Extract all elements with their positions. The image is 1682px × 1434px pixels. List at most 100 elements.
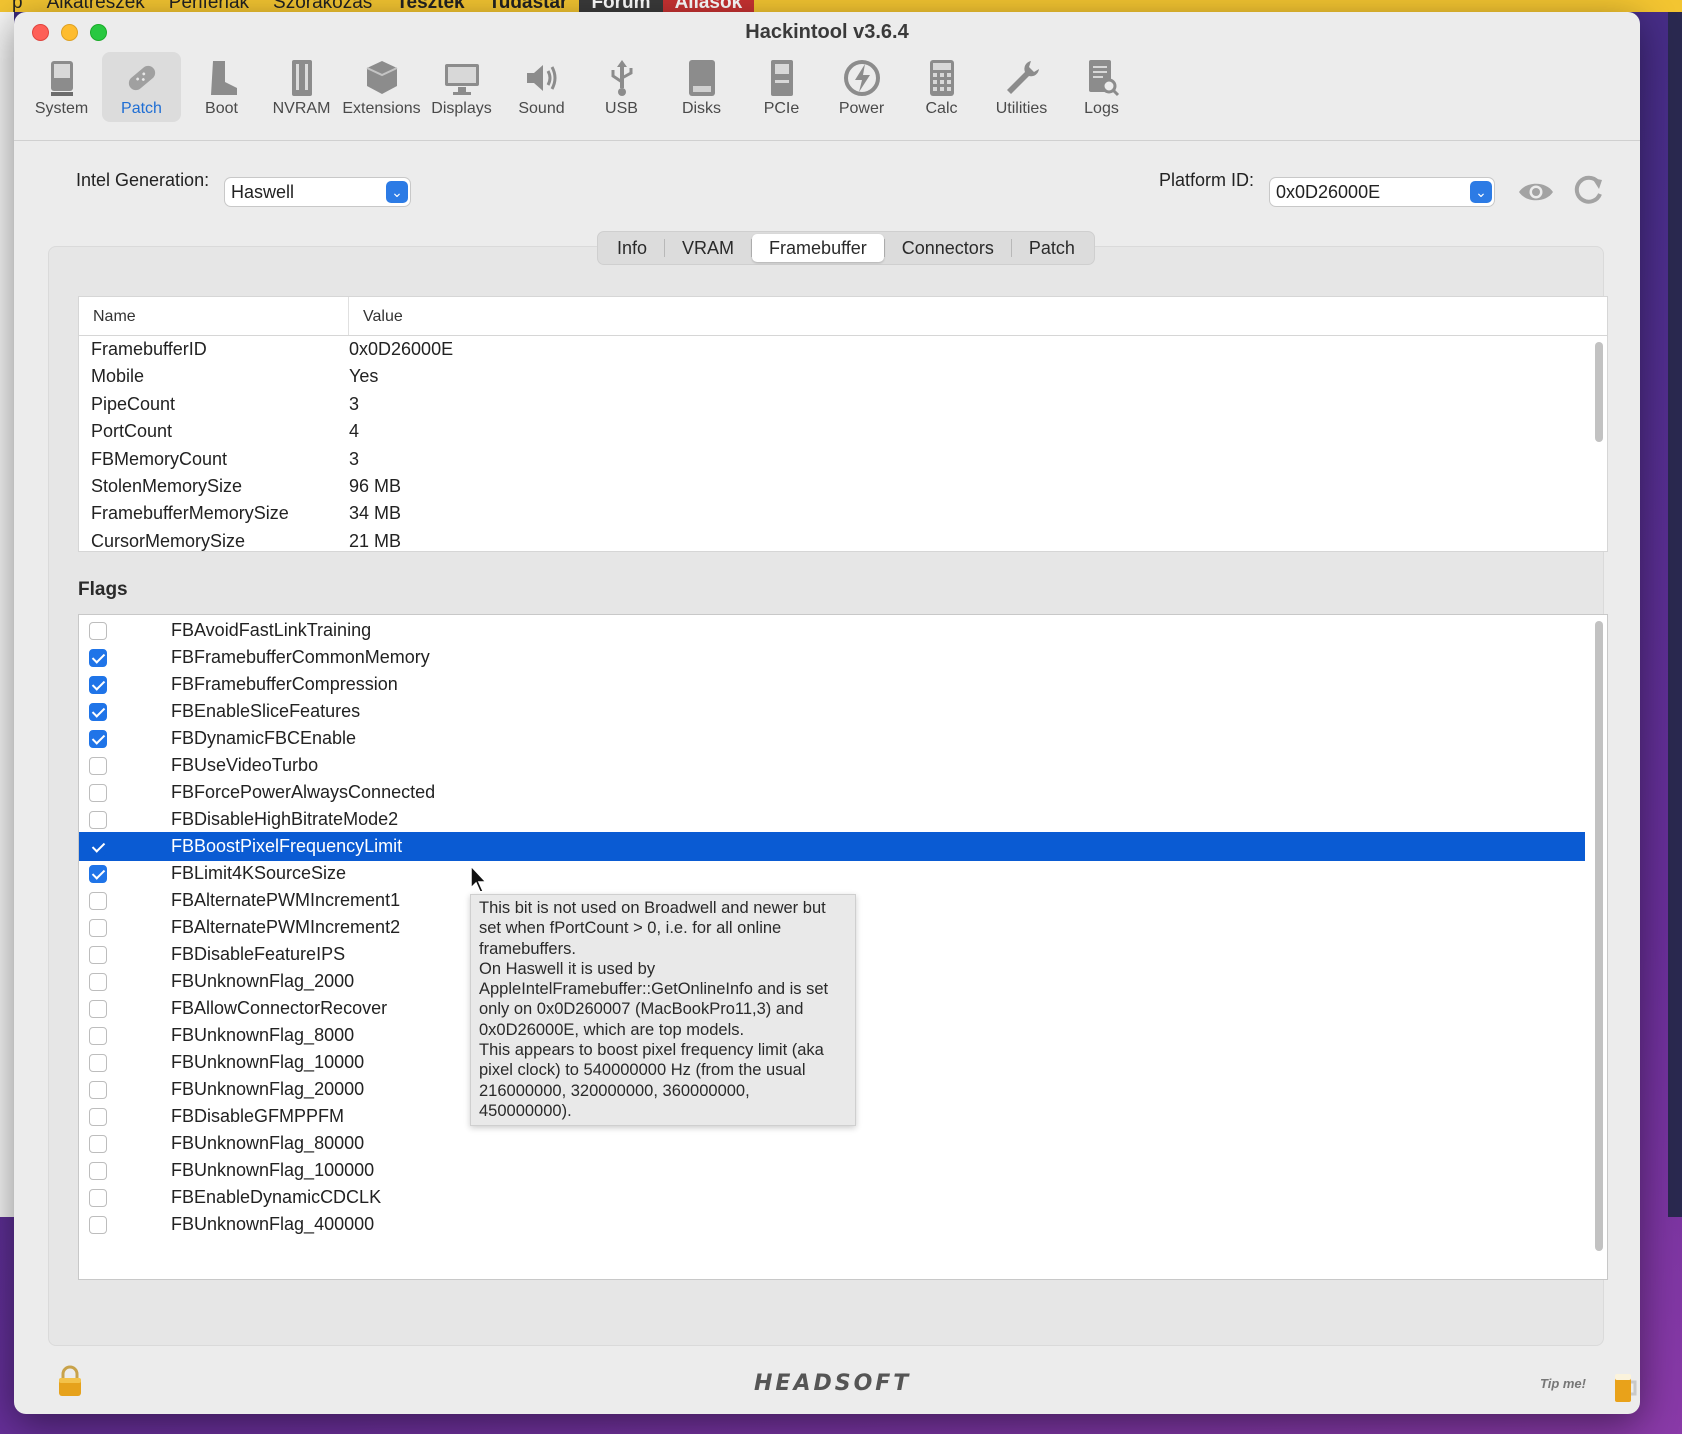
flag-row[interactable]: FBUnknownFlag_400000 [79, 1210, 1585, 1239]
flag-checkbox[interactable] [89, 864, 107, 883]
table-row[interactable]: PipeCount 3 [79, 391, 1607, 418]
flag-name: FBDisableFeatureIPS [171, 944, 346, 964]
platform-id-select[interactable]: 0x0D26000E ⌄ [1270, 178, 1494, 206]
toolbar-item-disks[interactable]: Disks [662, 52, 741, 122]
table-row[interactable]: FramebufferID 0x0D26000E [79, 336, 1607, 363]
tab-framebuffer[interactable]: Framebuffer [752, 234, 884, 262]
flag-name: FBAvoidFastLinkTraining [171, 620, 372, 640]
flag-row[interactable]: FBBoostPixelFrequencyLimit [79, 832, 1585, 861]
toolbar-item-logs[interactable]: Logs [1062, 52, 1141, 122]
toolbar-item-system[interactable]: System [22, 52, 101, 122]
toolbar-item-usb[interactable]: USB [582, 52, 661, 122]
flag-row[interactable]: FBEnableDynamicCDCLK [79, 1183, 1585, 1212]
background-site-menu: p Alkatrészek Perifériák Szórakozás Tesztek T… [0, 0, 1682, 12]
toolbar-item-patch[interactable]: Patch [102, 52, 181, 122]
flag-row[interactable]: FBDynamicFBCEnable [79, 724, 1585, 753]
flag-checkbox[interactable] [89, 702, 107, 721]
toolbar-item-extensions[interactable]: Extensions [342, 52, 421, 122]
toolbar-item-label: USB [605, 100, 638, 117]
flag-checkbox[interactable] [89, 756, 107, 775]
table-row[interactable]: FBMemoryCount 3 [79, 446, 1607, 473]
flag-checkbox[interactable] [89, 1080, 107, 1099]
flags-list-scrollbar[interactable] [1595, 621, 1603, 1251]
flag-row[interactable]: FBUnknownFlag_80000 [79, 1129, 1585, 1158]
power-icon [842, 56, 882, 100]
row-name: FBMemoryCount [91, 448, 228, 469]
flag-row[interactable]: FBLimit4KSourceSize [79, 859, 1585, 888]
flag-checkbox[interactable] [89, 621, 107, 640]
tab-info[interactable]: Info [600, 234, 664, 262]
flag-row[interactable]: FBAvoidFastLinkTraining [79, 616, 1585, 645]
toolbar-item-sound[interactable]: Sound [502, 52, 581, 122]
disks-icon [682, 56, 722, 100]
tip-me-label[interactable]: Tip me! [1540, 1376, 1586, 1391]
boot-icon [202, 56, 242, 100]
flag-name: FBUnknownFlag_10000 [171, 1052, 365, 1072]
flag-row[interactable]: FBUseVideoTurbo [79, 751, 1585, 780]
lock-icon[interactable] [56, 1364, 84, 1398]
toolbar-item-power[interactable]: Power [822, 52, 901, 122]
flag-checkbox[interactable] [89, 945, 107, 964]
beer-mug-icon[interactable] [1612, 1370, 1638, 1404]
flag-checkbox[interactable] [89, 1053, 107, 1072]
flag-checkbox[interactable] [89, 972, 107, 991]
refresh-icon[interactable] [1570, 172, 1606, 208]
framebuffer-info-table[interactable]: Name Value FramebufferID 0x0D26000E Mobile… [78, 296, 1608, 552]
flag-name: FBUnknownFlag_8000 [171, 1025, 355, 1045]
flag-checkbox[interactable] [89, 891, 107, 910]
toolbar-item-label: System [34, 100, 89, 117]
toolbar-item-label: Extensions [342, 100, 421, 117]
headsoft-logo[interactable]: HEADSOFT [754, 1371, 911, 1396]
toolbar: System Patch Boot NVRAM Extensions Displays So… [22, 52, 1142, 136]
flag-checkbox[interactable] [89, 1215, 107, 1234]
flag-checkbox[interactable] [89, 810, 107, 829]
flag-checkbox[interactable] [89, 999, 107, 1018]
flag-checkbox[interactable] [89, 1188, 107, 1207]
flag-checkbox[interactable] [89, 1107, 107, 1126]
toolbar-item-utilities[interactable]: Utilities [982, 52, 1061, 122]
flag-name: FBEnableDynamicCDCLK [171, 1187, 382, 1207]
toolbar-item-label: Boot [205, 100, 238, 117]
table-row[interactable]: PortCount 4 [79, 418, 1607, 445]
flag-name: FBFramebufferCommonMemory [171, 647, 430, 667]
table-row[interactable]: CursorMemorySize 21 MB [79, 528, 1607, 551]
flag-row[interactable]: FBDisableHighBitrateMode2 [79, 805, 1585, 834]
flag-checkbox[interactable] [89, 783, 107, 802]
toolbar-item-nvram[interactable]: NVRAM [262, 52, 341, 122]
column-header-value[interactable]: Value [349, 297, 403, 335]
background-menu-item: Perifériák [168, 0, 250, 12]
toolbar-item-label: Patch [121, 100, 162, 117]
table-row[interactable]: FramebufferMemorySize 34 MB [79, 500, 1607, 527]
flag-row[interactable]: FBFramebufferCompression [79, 670, 1585, 699]
flag-row[interactable]: FBUnknownFlag_100000 [79, 1156, 1585, 1185]
toolbar-item-boot[interactable]: Boot [182, 52, 261, 122]
flag-checkbox[interactable] [89, 729, 107, 748]
tab-patch[interactable]: Patch [1012, 234, 1092, 262]
flag-checkbox[interactable] [89, 1161, 107, 1180]
flag-row[interactable]: FBForcePowerAlwaysConnected [79, 778, 1585, 807]
flag-checkbox[interactable] [89, 1134, 107, 1153]
flag-checkbox[interactable] [89, 675, 107, 694]
flag-checkbox[interactable] [89, 837, 107, 856]
background-menu-item: Alkatrészek [46, 0, 145, 12]
flag-checkbox[interactable] [89, 1026, 107, 1045]
table-row[interactable]: Mobile Yes [79, 363, 1607, 390]
toolbar-item-displays[interactable]: Displays [422, 52, 501, 122]
table-row[interactable]: StolenMemorySize 96 MB [79, 473, 1607, 500]
toolbar-item-calc[interactable]: Calc [902, 52, 981, 122]
flag-checkbox[interactable] [89, 648, 107, 667]
flag-row[interactable]: FBFramebufferCommonMemory [79, 643, 1585, 672]
column-header-name[interactable]: Name [79, 297, 349, 335]
eye-icon[interactable] [1517, 178, 1555, 206]
info-table-scrollbar[interactable] [1595, 342, 1603, 442]
row-value: 96 MB [349, 475, 402, 496]
flag-checkbox[interactable] [89, 918, 107, 937]
hackintool-window: Hackintool v3.6.4 System Patch Boot NVRAM Ex… [14, 12, 1640, 1414]
row-name: Mobile [91, 366, 145, 387]
flag-row[interactable]: FBEnableSliceFeatures [79, 697, 1585, 726]
intel-generation-select[interactable]: Haswell ⌄ [225, 178, 410, 206]
row-value: 3 [349, 393, 360, 414]
tab-vram[interactable]: VRAM [665, 234, 751, 262]
tab-connectors[interactable]: Connectors [885, 234, 1011, 262]
toolbar-item-pcie[interactable]: PCIe [742, 52, 821, 122]
